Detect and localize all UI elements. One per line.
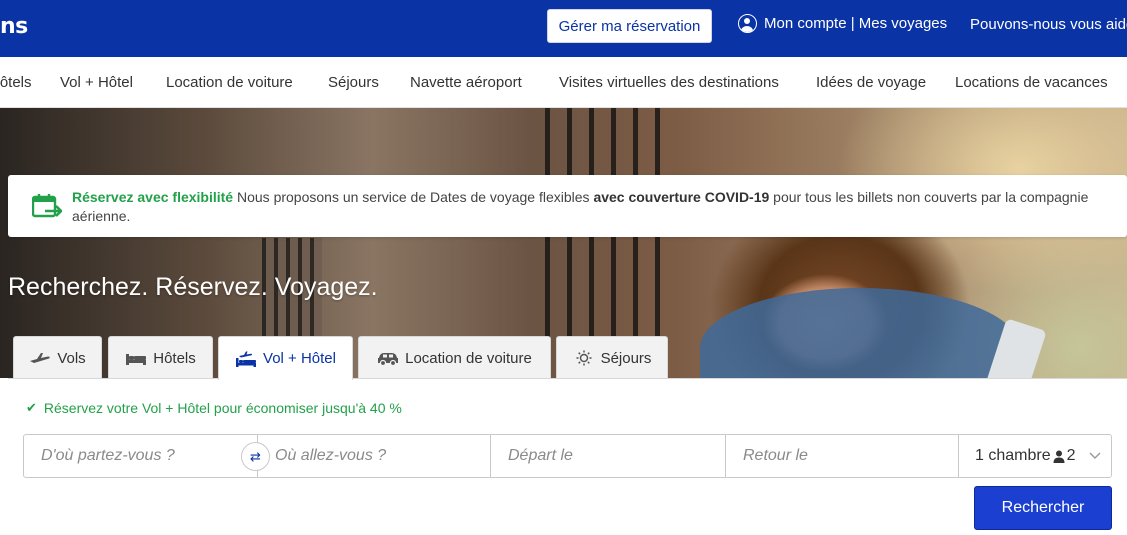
check-icon: ✔ (26, 400, 37, 415)
notice-text-1: Nous proposons un service de Dates de vo… (233, 189, 594, 205)
nav-item-packages[interactable]: Séjours (328, 74, 379, 91)
nav-item-travel-ideas[interactable]: Idées de voyage (816, 74, 926, 91)
help-link[interactable]: Pouvons-nous vous aider ? (970, 16, 1127, 33)
nav-item-flight-hotel[interactable]: Vol + Hôtel (60, 74, 133, 91)
logo[interactable]: ns (0, 14, 28, 39)
tab-label: Séjours (600, 349, 652, 367)
tab-label: Hôtels (153, 349, 196, 367)
plane-bed-icon (236, 351, 257, 367)
guests-count: 2 (1066, 447, 1076, 464)
tab-car-rental[interactable]: Location de voiture (358, 336, 551, 379)
nav-item-hotels[interactable]: Hôtels (0, 74, 32, 91)
tab-hotels[interactable]: Hôtels (108, 336, 213, 379)
plane-icon (30, 353, 51, 363)
return-date-input[interactable]: Retour le (725, 435, 958, 477)
promo-text: Réservez votre Vol + Hôtel pour économis… (43, 400, 402, 416)
person-icon (1053, 450, 1065, 463)
account-label: Mon compte | Mes voyages (764, 15, 948, 32)
notice-bold: avec couverture COVID-19 (593, 189, 770, 205)
nav-item-vacation-rentals[interactable]: Locations de vacances (955, 74, 1108, 91)
flexibility-notice: Réservez avec flexibilité Nous proposons… (8, 175, 1127, 237)
destination-input[interactable]: Où allez-vous ? (257, 435, 490, 477)
account-link[interactable]: Mon compte | Mes voyages (738, 14, 947, 33)
calendar-check-icon (32, 194, 62, 218)
promo-message: ✔ Réservez votre Vol + Hôtel pour économ… (26, 400, 402, 416)
nav-item-virtual-tours[interactable]: Visites virtuelles des destinations (559, 74, 779, 91)
user-icon (738, 14, 757, 33)
main-nav: Hôtels Vol + Hôtel Location de voiture S… (0, 57, 1127, 108)
search-panel: ✔ Réservez votre Vol + Hôtel pour économ… (8, 378, 1127, 535)
rooms-guests-select[interactable]: 1 chambre 2 (958, 435, 1112, 477)
tab-label: Location de voiture (405, 349, 532, 367)
tab-packages[interactable]: Séjours (556, 336, 668, 379)
chevron-down-icon (1089, 452, 1101, 459)
notice-text: Réservez avec flexibilité Nous proposons… (72, 188, 1102, 226)
car-icon (378, 353, 399, 366)
search-button[interactable]: Rechercher (974, 486, 1112, 530)
tab-label: Vols (57, 349, 86, 367)
bed-icon (126, 354, 147, 365)
search-fields: D'où partez-vous ? ⇄ Où allez-vous ? Dép… (23, 434, 1112, 478)
hero-headline: Recherchez. Réservez. Voyagez. (8, 273, 378, 301)
top-bar: ns Gérer ma réservation Mon compte | Mes… (0, 0, 1127, 57)
swap-icon[interactable]: ⇄ (241, 442, 270, 471)
nav-item-airport-shuttle[interactable]: Navette aéroport (410, 74, 522, 91)
hero-person (700, 288, 1020, 378)
sun-icon (576, 350, 592, 366)
rooms-label: 1 chambre (975, 447, 1051, 464)
tab-label: Vol + Hôtel (263, 350, 336, 367)
origin-input[interactable]: D'où partez-vous ? (24, 435, 257, 477)
tab-flight-hotel[interactable]: Vol + Hôtel (218, 336, 353, 380)
notice-highlight: Réservez avec flexibilité (72, 189, 234, 205)
depart-date-input[interactable]: Départ le (490, 435, 725, 477)
manage-booking-button[interactable]: Gérer ma réservation (547, 9, 712, 43)
nav-item-car-rental[interactable]: Location de voiture (166, 74, 293, 91)
tab-flights[interactable]: Vols (13, 336, 102, 379)
